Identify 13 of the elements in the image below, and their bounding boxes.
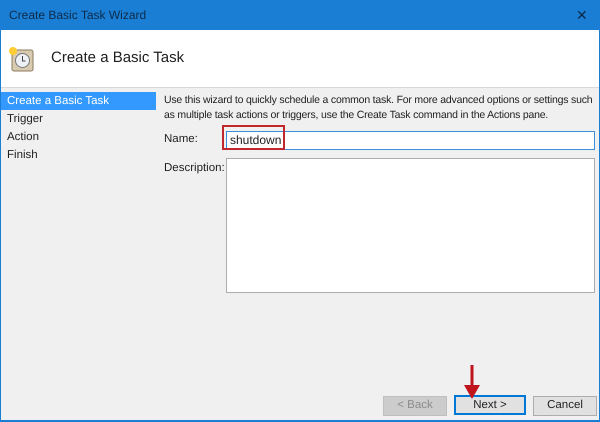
intro-text: Use this wizard to quickly schedule a common task. For more advanced options or settings such as multiple task actions or triggers, use the Create Task command in the Actions pane.: [164, 93, 594, 123]
wizard-step[interactable]: Finish: [1, 146, 156, 164]
wizard-button[interactable]: Cancel: [533, 396, 597, 416]
wizard-button[interactable]: Next >: [454, 395, 526, 415]
wizard-step[interactable]: Trigger: [1, 110, 156, 128]
wizard-step[interactable]: Action: [1, 128, 156, 146]
name-field[interactable]: shutdown: [226, 130, 595, 150]
window-title: Create Basic Task Wizard: [9, 7, 146, 24]
name-label: Name:: [164, 132, 199, 148]
description-field[interactable]: [226, 158, 595, 293]
description-label: Description:: [164, 161, 226, 176]
wizard-heading: Create a Basic Task: [51, 48, 184, 68]
clock-icon: [7, 44, 35, 72]
